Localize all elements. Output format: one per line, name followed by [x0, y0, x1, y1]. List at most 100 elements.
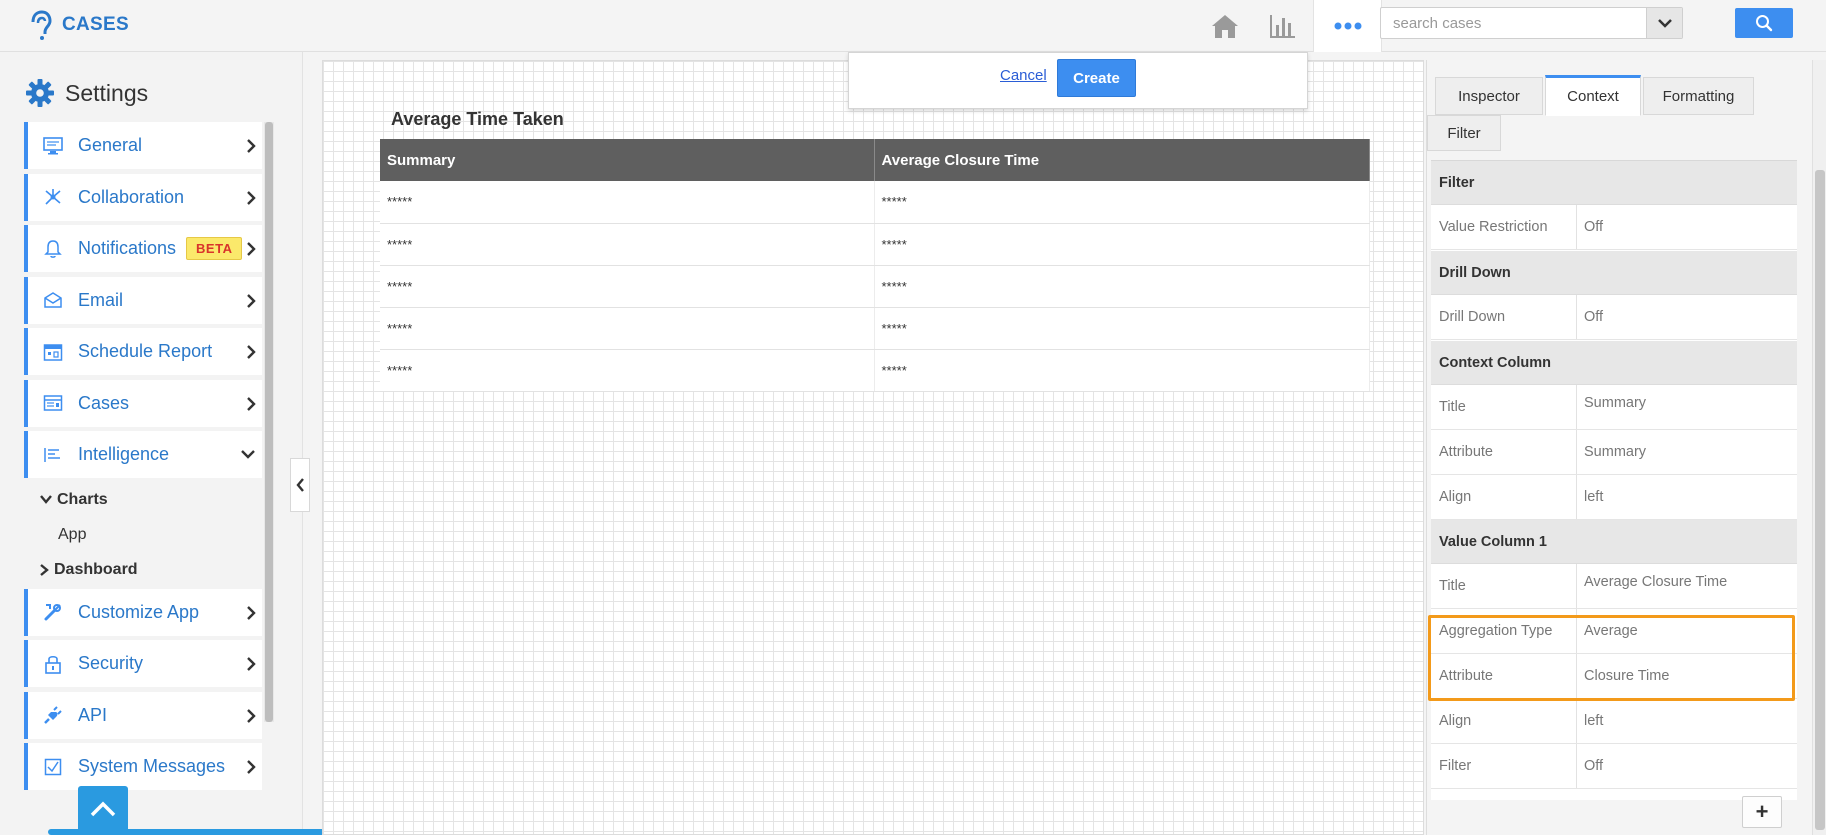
sidebar-scrollbar-thumb[interactable]: [265, 122, 273, 722]
envelope-icon: [42, 289, 64, 311]
tab-filter[interactable]: Filter: [1427, 115, 1501, 151]
section-filter-heading: Filter: [1431, 161, 1797, 205]
chevron-right-icon: [246, 293, 256, 309]
property-row[interactable]: Attribute Summary: [1431, 430, 1797, 475]
settings-title: Settings: [65, 79, 149, 106]
sidebar-item-schedule-report[interactable]: Schedule Report: [24, 328, 262, 375]
property-value[interactable]: left: [1576, 475, 1796, 519]
app-title: CASES: [62, 14, 129, 35]
table-row: ***** *****: [380, 307, 1370, 350]
table-cell: *****: [874, 349, 1370, 392]
property-row[interactable]: Value Restriction Off: [1431, 205, 1797, 250]
table-cell: *****: [380, 181, 875, 224]
section-drill-down-heading: Drill Down: [1431, 251, 1797, 295]
property-row[interactable]: Align left: [1431, 699, 1797, 744]
property-label: Value Restriction: [1439, 219, 1548, 235]
submenu-charts[interactable]: Charts: [40, 491, 108, 509]
widget-title[interactable]: Average Time Taken: [391, 109, 564, 130]
property-row[interactable]: Title Summary: [1431, 385, 1797, 430]
column-header-summary[interactable]: Summary: [380, 139, 875, 181]
beta-badge: BETA: [186, 237, 243, 260]
home-icon[interactable]: [1209, 10, 1241, 42]
tab-inspector[interactable]: Inspector: [1435, 77, 1543, 115]
submenu-dashboard-label: Dashboard: [54, 560, 138, 578]
property-row[interactable]: Title Average Closure Time: [1431, 564, 1797, 609]
property-label: Align: [1439, 489, 1472, 505]
summary-table[interactable]: Summary Average Closure Time ***** *****…: [380, 139, 1370, 392]
property-row[interactable]: Attribute Closure Time: [1431, 654, 1797, 699]
sidebar-item-system-messages[interactable]: System Messages: [24, 743, 262, 790]
table-cell: *****: [380, 349, 875, 392]
collapse-sidebar-button[interactable]: [290, 458, 310, 512]
table-cell: *****: [874, 181, 1370, 224]
chevron-right-icon: [246, 605, 256, 621]
cancel-link[interactable]: Cancel: [1000, 67, 1047, 84]
sidebar-item-general[interactable]: General: [24, 122, 262, 169]
chevron-right-icon: [246, 344, 256, 360]
sidebar-item-security[interactable]: Security: [24, 640, 262, 687]
property-value[interactable]: Summary: [1576, 430, 1796, 474]
property-row[interactable]: Filter Off: [1431, 744, 1797, 789]
gear-icon: [25, 78, 55, 108]
search-button[interactable]: [1735, 8, 1793, 38]
search-input[interactable]: [1381, 8, 1641, 38]
property-label: Drill Down: [1439, 309, 1506, 325]
sidebar-item-label: System Messages: [78, 756, 226, 776]
settings-sidebar: Settings General Collaboration Notificat…: [0, 52, 303, 835]
sidebar-item-label: Collaboration: [78, 186, 185, 207]
property-row[interactable]: Aggregation Type Average: [1431, 609, 1797, 654]
property-value[interactable]: Off: [1576, 295, 1796, 339]
tab-formatting[interactable]: Formatting: [1643, 77, 1754, 115]
chevron-right-icon: [40, 563, 49, 576]
settings-menu: General Collaboration Notifications BETA…: [24, 122, 262, 795]
property-value[interactable]: Average Closure Time: [1576, 564, 1796, 608]
more-options-button[interactable]: [1313, 0, 1382, 52]
submenu-charts-label: Charts: [57, 490, 108, 508]
sidebar-item-cases[interactable]: Cases: [24, 379, 262, 427]
search-dropdown-button[interactable]: [1646, 8, 1682, 38]
inspector-panel: Inspector Context Formatting Filter Filt…: [1426, 60, 1797, 835]
property-value[interactable]: left: [1576, 699, 1796, 743]
column-header-average-closure-time[interactable]: Average Closure Time: [874, 139, 1370, 181]
tab-context[interactable]: Context: [1545, 75, 1641, 116]
sidebar-item-collaboration[interactable]: Collaboration: [24, 173, 262, 221]
sidebar-item-label: General: [78, 135, 143, 155]
sidebar-item-label: Intelligence: [78, 444, 170, 464]
scroll-to-top-button[interactable]: [78, 786, 128, 832]
property-value[interactable]: Closure Time: [1576, 654, 1796, 698]
sidebar-item-notifications[interactable]: Notifications BETA: [24, 225, 262, 272]
chevron-right-icon: [246, 241, 256, 257]
chevron-right-icon: [246, 656, 256, 672]
create-popover: Cancel Create: [848, 52, 1308, 109]
property-row[interactable]: Drill Down Off: [1431, 295, 1797, 340]
table-cell: *****: [874, 265, 1370, 308]
create-button[interactable]: Create: [1057, 59, 1136, 97]
page-scrollbar-thumb[interactable]: [1815, 170, 1825, 830]
submenu-dashboard[interactable]: Dashboard: [40, 561, 138, 579]
sidebar-item-label: Notifications: [78, 238, 177, 258]
chevron-down-icon: [1657, 18, 1672, 28]
sidebar-item-email[interactable]: Email: [24, 276, 262, 324]
table-cell: *****: [380, 223, 875, 266]
submenu-app[interactable]: App: [58, 526, 86, 544]
chevron-right-icon: [246, 396, 256, 412]
property-value[interactable]: Average: [1576, 609, 1796, 653]
bar-chart-icon[interactable]: [1266, 10, 1298, 42]
sidebar-item-customize-app[interactable]: Customize App: [24, 588, 262, 636]
table-cell: *****: [874, 223, 1370, 266]
property-value[interactable]: Off: [1576, 205, 1796, 249]
search-icon: [1755, 14, 1773, 32]
chevron-left-icon: [295, 478, 305, 492]
page-scrollbar[interactable]: [1812, 60, 1826, 835]
property-row[interactable]: Align left: [1431, 475, 1797, 520]
sidebar-scrollbar[interactable]: [264, 122, 274, 722]
sidebar-item-label: Schedule Report: [78, 341, 213, 361]
sidebar-item-intelligence[interactable]: Intelligence: [24, 431, 262, 478]
property-value[interactable]: Off: [1576, 744, 1796, 788]
add-button[interactable]: +: [1742, 796, 1782, 828]
property-value[interactable]: Summary: [1576, 385, 1796, 429]
property-label: Align: [1439, 713, 1472, 729]
sidebar-item-api[interactable]: API: [24, 691, 262, 739]
brand[interactable]: CASES: [28, 10, 129, 40]
property-label: Attribute: [1439, 444, 1493, 460]
